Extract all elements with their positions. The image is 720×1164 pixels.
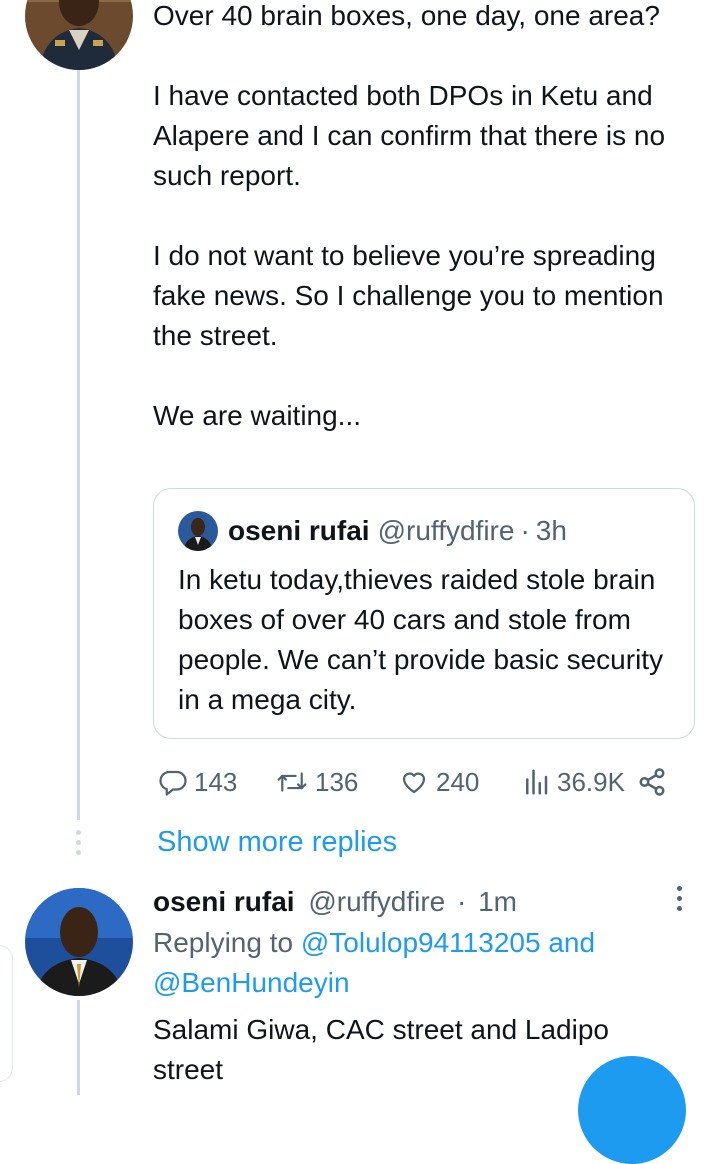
replying-to-prefix: Replying to [153,927,294,958]
separator-dot: · [520,515,530,546]
retweet-icon [277,772,307,792]
quoted-tweet-card[interactable]: oseni rufai @ruffydfire · 3h In ketu tod… [153,488,695,739]
quoted-tweet-avatar [178,511,218,551]
more-options-icon[interactable] [673,886,687,916]
quoted-tweet-text: In ketu today,thieves raided stole brain… [178,564,664,715]
reply-author-avatar[interactable] [25,888,133,996]
mention-link[interactable]: @Tolulop94113205 [301,927,541,958]
views-button[interactable]: 36.9K [521,763,625,801]
like-icon [402,772,426,794]
retweet-count: 136 [315,766,359,797]
replying-and: and [548,927,596,958]
tweet-paragraph: Over 40 brain boxes, one day, one area? [153,0,660,31]
views-count: 36.9K [557,766,625,797]
quoted-tweet-time: 3h [535,515,567,546]
like-button[interactable]: 240 [398,763,479,801]
show-more-replies-link[interactable]: Show more replies [157,826,397,859]
main-tweet-avatar[interactable] [25,0,133,70]
replying-to: Replying to @Tolulop94113205 and @BenHun… [153,923,673,1003]
quoted-author-handle[interactable]: @ruffydfire [378,515,515,547]
reply-time: 1m [478,886,518,917]
thread-line [77,70,80,820]
main-tweet-text: Over 40 brain boxes, one day, one area? … [153,0,693,436]
reply-author-handle[interactable]: @ruffydfire [308,886,445,917]
share-icon [639,768,665,796]
views-icon [526,769,548,795]
reply-header: oseni rufai @ruffydfire · 1m [153,882,517,922]
tweet-paragraph: We are waiting... [153,400,362,431]
share-button[interactable] [637,763,667,801]
reply-button[interactable]: 143 [158,763,237,801]
side-panel-edge [0,945,13,1082]
separator-dot: · [457,886,467,917]
tweet-action-bar: 143 136 240 36.9K [153,763,683,801]
thread-gap-dots [75,830,82,860]
retweet-button[interactable]: 136 [275,763,358,801]
tweet-paragraph: I do not want to believe you’re spreadin… [153,240,664,351]
tweet-paragraph: I have contacted both DPOs in Ketu and A… [153,80,666,191]
reply-author-name[interactable]: oseni rufai [153,886,295,917]
like-count: 240 [436,766,480,797]
compose-button[interactable] [578,1056,686,1164]
reply-icon [159,770,187,796]
reply-count: 143 [194,766,238,797]
quoted-tweet-header: oseni rufai @ruffydfire · 3h [178,511,567,551]
mention-link[interactable]: @BenHundeyin [153,967,350,998]
thread-line-lower [77,1000,80,1095]
quoted-author-name[interactable]: oseni rufai [228,515,370,547]
